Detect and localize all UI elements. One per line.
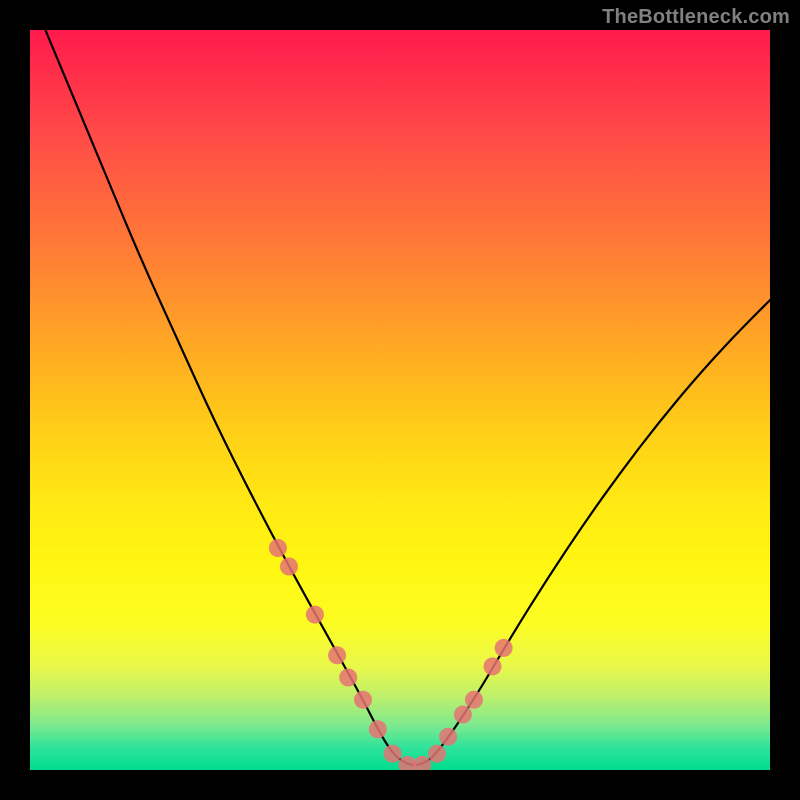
highlight-dot [328, 646, 346, 664]
highlight-dot [354, 691, 372, 709]
highlight-dot [369, 720, 387, 738]
chart-stage: TheBottleneck.com [0, 0, 800, 800]
highlight-dot [465, 691, 483, 709]
highlight-dot [439, 728, 457, 746]
bottleneck-curve [30, 30, 770, 765]
highlight-dot [484, 657, 502, 675]
highlight-dots-group [269, 539, 513, 770]
plot-area [30, 30, 770, 770]
highlight-dot [454, 706, 472, 724]
highlight-dot [280, 558, 298, 576]
highlight-dot [269, 539, 287, 557]
curve-svg [30, 30, 770, 770]
highlight-dot [339, 669, 357, 687]
highlight-dot [495, 639, 513, 657]
highlight-dot [413, 756, 431, 770]
highlight-dot [384, 745, 402, 763]
highlight-dot [306, 606, 324, 624]
highlight-dot [428, 745, 446, 763]
watermark-text: TheBottleneck.com [602, 6, 790, 29]
